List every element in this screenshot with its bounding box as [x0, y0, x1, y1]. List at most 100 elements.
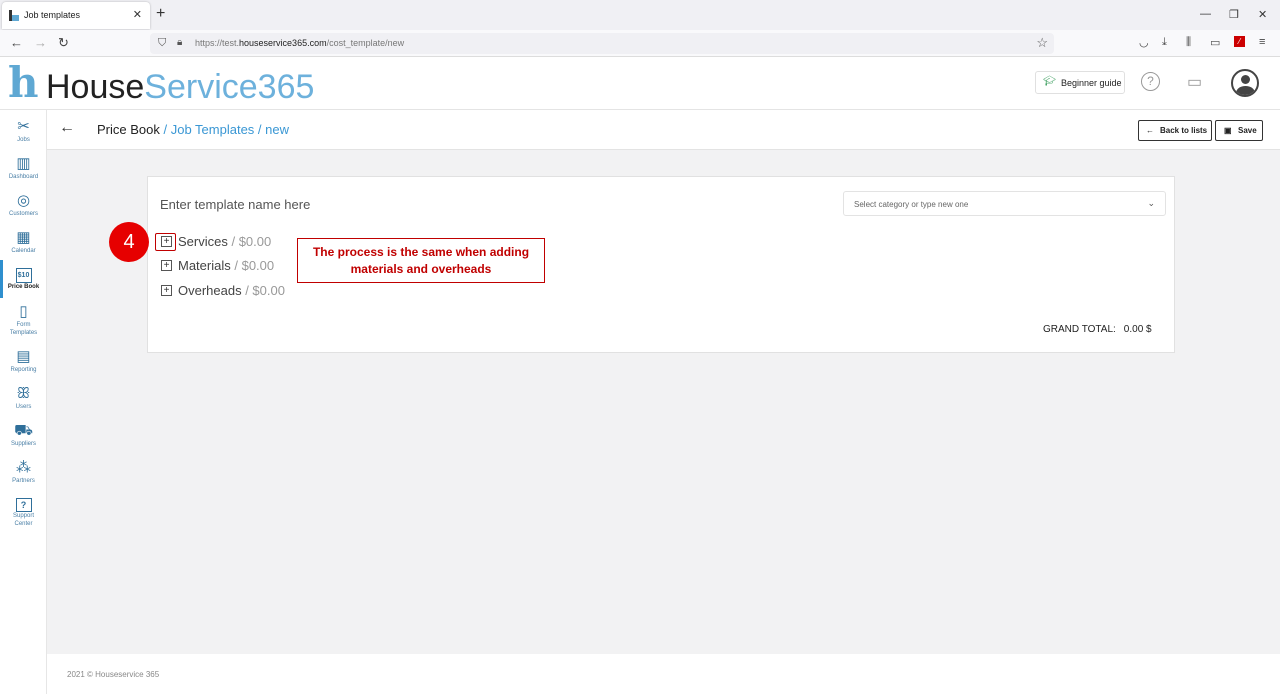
tools-icon: ✂ [17, 118, 30, 135]
support-icon: ? [15, 498, 32, 512]
step-number-badge: 4 [109, 222, 149, 262]
sidebar-item-label: Form [16, 322, 31, 328]
breadcrumb-path[interactable]: / Job Templates / new [160, 122, 289, 137]
price-tag-icon: $10 [15, 268, 32, 283]
sidebar-item-label: Users [15, 404, 32, 410]
reload-icon[interactable]: ↻ [58, 35, 69, 51]
sidebar-item-calendar[interactable]: ▦ Calendar [0, 229, 47, 265]
arrow-left-icon: ← [1146, 126, 1154, 135]
download-icon[interactable]: ⤓ [1162, 36, 1167, 49]
back-to-lists-label: Back to lists [1160, 126, 1208, 135]
expand-plus-icon[interactable]: + [161, 260, 172, 271]
floppy-disk-icon: ▣ [1224, 126, 1232, 135]
template-name-input[interactable]: Enter template name here [160, 197, 310, 212]
grand-total: GRAND TOTAL: 0.00 $ [1043, 324, 1152, 335]
forward-nav-icon[interactable]: → [34, 35, 47, 50]
sidebar-item-dashboard[interactable]: ▥ Dashboard [0, 155, 47, 191]
sidebar: ✂ Jobs ▥ Dashboard ◎ Customers ▦ Calenda… [0, 110, 47, 694]
section-amount: / $0.00 [230, 258, 275, 273]
main-content: ← Price Book / Job Templates / new ← Bac… [47, 110, 1280, 694]
help-icon[interactable]: ? [1141, 72, 1160, 91]
menu-icon[interactable]: ≡ [1259, 36, 1265, 48]
report-icon: ▤ [16, 348, 31, 365]
tab-close-icon[interactable]: ✕ [133, 8, 142, 21]
customers-icon: ◎ [16, 192, 31, 209]
sidebar-item-label: Customers [8, 211, 38, 217]
save-label: Save [1238, 126, 1257, 135]
browser-nav-bar: ← → ↻ ⛉ 🔒︎ https://test.houseservice365.… [0, 30, 1280, 57]
category-select[interactable]: Select category or type new one ⌄ [843, 191, 1166, 216]
minimize-button[interactable]: — [1200, 8, 1211, 20]
sidebar-item-reporting[interactable]: ▤ Reporting [0, 348, 47, 384]
new-tab-button[interactable]: + [156, 5, 165, 23]
sidebar-item-label: Dashboard [8, 174, 39, 180]
library-icon[interactable]: ⫼ [1186, 36, 1191, 49]
annotation-callout: The process is the same when adding mate… [297, 238, 545, 283]
shield-icon[interactable]: ⛉ [158, 37, 166, 50]
section-amount: / $0.00 [241, 283, 285, 298]
sidebar-item-label: Suppliers [10, 441, 36, 447]
user-avatar-icon[interactable] [1231, 69, 1259, 97]
graduation-cap-icon: 🎓︎ [1043, 76, 1056, 87]
back-nav-icon[interactable]: ← [10, 35, 23, 50]
category-placeholder: Select category or type new one [854, 200, 969, 209]
close-window-button[interactable]: ✕ [1258, 8, 1267, 21]
breadcrumb-root[interactable]: Price Book [97, 122, 160, 137]
footer: 2021 © Houseservice 365 [47, 654, 1280, 694]
truck-icon: ⛟ [14, 422, 33, 439]
section-name: Services [178, 234, 228, 249]
users-icon: ꕥ [16, 385, 31, 402]
sidebar-item-label: Jobs [17, 137, 30, 143]
beginner-guide-button[interactable]: 🎓︎ Beginner guide [1035, 71, 1125, 94]
bookmark-star-icon[interactable]: ☆ [1036, 35, 1048, 51]
grand-total-label: GRAND TOTAL: [1043, 324, 1116, 335]
beginner-guide-label: Beginner guide [1061, 78, 1122, 88]
sidebar-item-jobs[interactable]: ✂ Jobs [0, 118, 47, 154]
sidebar-item-label: Price Book [7, 284, 40, 290]
breadcrumb: Price Book / Job Templates / new [97, 122, 289, 137]
logo-text: HouseService365 [46, 68, 315, 106]
sidebar-item-customers[interactable]: ◎ Customers [0, 192, 47, 228]
sidebar-toggle-icon[interactable]: ▭ [1210, 36, 1220, 49]
sidebar-item-label-2: Templates [9, 330, 38, 336]
extension-icon[interactable]: ⁄ [1234, 36, 1245, 47]
section-amount: / $0.00 [227, 234, 272, 249]
copyright-text: 2021 © Houseservice 365 [67, 670, 160, 679]
bar-chart-icon: ▥ [16, 155, 31, 172]
browser-tab-bar: Job templates ✕ + — ❐ ✕ [0, 0, 1280, 30]
expand-plus-icon[interactable]: + [161, 285, 172, 296]
logo-h: h [8, 58, 39, 107]
sidebar-item-users[interactable]: ꕥ Users [0, 385, 47, 421]
restore-button[interactable]: ❐ [1229, 8, 1239, 21]
tab-title: Job templates [24, 10, 81, 20]
sidebar-item-price-book[interactable]: $10 Price Book [0, 260, 47, 302]
back-arrow-icon[interactable]: ← [59, 119, 75, 137]
callout-line-2: materials and overheads [350, 262, 492, 276]
documents-icon[interactable]: ▭ [1187, 72, 1202, 92]
sidebar-item-label-2: Center [14, 521, 33, 527]
pocket-icon[interactable]: ◡ [1139, 36, 1149, 49]
callout-line-1: The process is the same when adding [312, 245, 530, 259]
section-name: Overheads [178, 283, 242, 298]
app-header: h HouseService365 🎓︎ Beginner guide ? ▭ [0, 57, 1280, 110]
form-icon: ▯ [19, 303, 28, 320]
lock-icon[interactable]: 🔒︎ [177, 37, 182, 48]
sidebar-item-label: Reporting [10, 367, 37, 373]
sidebar-item-suppliers[interactable]: ⛟ Suppliers [0, 422, 47, 458]
sidebar-item-label: Calendar [11, 248, 36, 254]
chevron-down-icon: ⌄ [1147, 198, 1155, 208]
url-bar[interactable]: ⛉ 🔒︎ https://test.houseservice365.com/co… [150, 33, 1054, 54]
sidebar-item-label: Partners [12, 478, 35, 484]
partners-icon: ⁂ [16, 459, 31, 476]
sidebar-item-partners[interactable]: ⁂ Partners [0, 459, 47, 495]
breadcrumb-bar: ← Price Book / Job Templates / new ← Bac… [47, 110, 1280, 150]
section-name: Materials [178, 258, 231, 273]
back-to-lists-button[interactable]: ← Back to lists [1138, 120, 1212, 141]
sidebar-item-support-center[interactable]: ? Support Center [0, 496, 47, 532]
save-button[interactable]: ▣ Save [1215, 120, 1263, 141]
grand-total-value: 0.00 $ [1123, 324, 1152, 335]
highlight-box [155, 233, 176, 251]
sidebar-item-form-templates[interactable]: ▯ Form Templates [0, 303, 47, 339]
url-text: https://test.houseservice365.com/cost_te… [195, 38, 405, 48]
browser-tab[interactable]: Job templates ✕ [2, 2, 150, 29]
